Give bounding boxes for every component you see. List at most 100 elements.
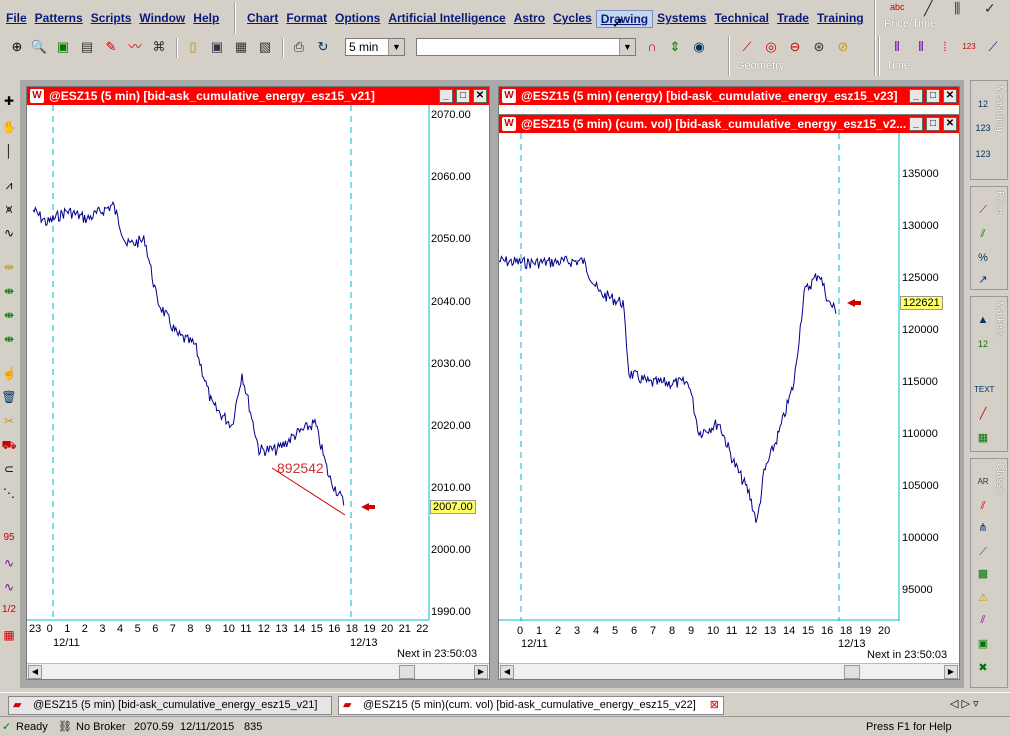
- zoom-fit-icon[interactable]: ⊕: [8, 38, 26, 56]
- scroll-right-icon[interactable]: ▶: [944, 665, 958, 679]
- gann-fan-icon[interactable]: ⟋: [738, 38, 756, 56]
- box-icon[interactable]: ▩: [974, 566, 992, 582]
- wave-icon[interactable]: ⩙: [0, 202, 18, 217]
- save-icon[interactable]: ▣: [208, 38, 226, 56]
- crosshair-icon[interactable]: ✚: [0, 94, 18, 108]
- price-time-bars-icon[interactable]: ⫼: [954, 0, 960, 17]
- scroll-left-icon[interactable]: ◀: [28, 665, 42, 679]
- measure-123-alt-icon[interactable]: 123: [974, 146, 992, 162]
- tab-v22[interactable]: ▰ @ESZ15 (5 min)(cum. vol) [bid-ask_cumu…: [338, 696, 724, 715]
- menu-chart[interactable]: Chart: [243, 10, 282, 28]
- time-trend-icon[interactable]: ⟋: [984, 38, 1002, 56]
- export-icon[interactable]: ▧: [256, 38, 274, 56]
- open-icon[interactable]: ▯: [184, 38, 202, 56]
- vertical-line-icon[interactable]: │: [0, 144, 18, 158]
- grid-icon[interactable]: ▦: [0, 628, 18, 642]
- channel-icon[interactable]: ⫽: [974, 498, 992, 514]
- chart-canvas-v21[interactable]: 892542: [27, 105, 489, 665]
- menu-patterns[interactable]: Patterns: [31, 10, 87, 28]
- close-button[interactable]: ✕: [943, 117, 957, 131]
- parallel-icon[interactable]: ⫽: [974, 612, 992, 628]
- text-icon[interactable]: TEXT: [974, 382, 994, 398]
- hand-icon[interactable]: ✋: [0, 120, 18, 134]
- diagonal-icon[interactable]: ⋱: [0, 486, 18, 500]
- menu-scripts[interactable]: Scripts: [87, 10, 136, 28]
- split-left-icon[interactable]: ⇼: [0, 308, 18, 322]
- scissors-icon[interactable]: ✂: [0, 414, 18, 428]
- grid-marker-icon[interactable]: ▦: [974, 430, 992, 446]
- eye-icon[interactable]: ◉: [690, 38, 708, 56]
- degree-icon[interactable]: 95: [0, 532, 18, 543]
- horizontal-scrollbar[interactable]: ◀ ▶: [27, 663, 489, 679]
- tab-next-icon[interactable]: ▷: [962, 698, 970, 710]
- truck-icon[interactable]: ⛟: [0, 438, 18, 454]
- menu-technical[interactable]: Technical: [710, 10, 772, 28]
- fan-icon[interactable]: ⟋: [974, 544, 992, 560]
- scroll-right-icon[interactable]: ▶: [474, 665, 488, 679]
- paint-icon[interactable]: ✎: [102, 38, 120, 56]
- price-time-abc-icon[interactable]: abc: [890, 2, 905, 12]
- tab-v21[interactable]: ▰ @ESZ15 (5 min) [bid-ask_cumulative_ene…: [8, 696, 332, 715]
- sine-icon[interactable]: ∿: [0, 556, 18, 570]
- price-time-check-icon[interactable]: ✓: [984, 0, 996, 17]
- pointer-hand-icon[interactable]: ☝: [0, 366, 18, 380]
- menu-systems[interactable]: Systems: [653, 10, 710, 28]
- indicator-icon[interactable]: 〰: [126, 38, 144, 56]
- close-button[interactable]: ✕: [473, 89, 487, 103]
- close-tab-icon[interactable]: ⊠: [710, 697, 719, 714]
- arc-icon[interactable]: AR: [974, 474, 992, 490]
- menu-options[interactable]: Options: [331, 10, 384, 28]
- zoom-in-icon[interactable]: 🔍: [30, 38, 48, 56]
- refresh-icon[interactable]: ↻: [314, 38, 332, 56]
- percent-icon[interactable]: %: [974, 250, 992, 266]
- zoom-out-icon[interactable]: ▣: [54, 38, 72, 56]
- tab-prev-icon[interactable]: ◁: [950, 698, 958, 710]
- line-icon[interactable]: ∿: [0, 226, 18, 240]
- menu-format[interactable]: Format: [282, 10, 331, 28]
- symbol-select[interactable]: ▼: [416, 38, 636, 56]
- maximize-button[interactable]: □: [926, 117, 940, 131]
- menu-astro[interactable]: Astro: [510, 10, 549, 28]
- scroll-thumb[interactable]: [844, 665, 860, 679]
- cross-icon[interactable]: ✖: [974, 660, 992, 676]
- zigzag-icon[interactable]: ⩘: [0, 178, 18, 193]
- menu-drawing[interactable]: Drawing: [595, 10, 654, 28]
- pitchfork-icon[interactable]: ⋔: [974, 520, 992, 536]
- template-icon[interactable]: ▦: [232, 38, 250, 56]
- measure-12-icon[interactable]: 12: [974, 96, 992, 112]
- minimize-button[interactable]: _: [439, 89, 453, 103]
- print-icon[interactable]: ⎙: [290, 38, 308, 56]
- magnet-icon[interactable]: ∩: [643, 38, 661, 56]
- studies-icon[interactable]: ⌘: [150, 38, 168, 56]
- menu-trade[interactable]: Trade: [773, 10, 813, 28]
- square-target-icon[interactable]: ▣: [974, 636, 992, 652]
- price-time-line-icon[interactable]: ╱: [924, 0, 932, 17]
- maximize-button[interactable]: □: [456, 89, 470, 103]
- time-bars-icon[interactable]: ⦀: [912, 38, 930, 56]
- numbered-time-icon[interactable]: 123: [960, 38, 978, 56]
- close-button[interactable]: ✕: [943, 89, 957, 103]
- minimize-button[interactable]: _: [909, 117, 923, 131]
- up-down-arrows-icon[interactable]: ⇕: [666, 38, 684, 56]
- target-icon[interactable]: ⊛: [810, 38, 828, 56]
- spiral-icon[interactable]: ⊘: [834, 38, 852, 56]
- maximize-button[interactable]: □: [926, 89, 940, 103]
- marker-12-icon[interactable]: 12: [974, 336, 992, 352]
- fib-time-icon[interactable]: ⦙: [936, 38, 954, 56]
- split-icon[interactable]: ⇼: [0, 284, 18, 298]
- menu-help[interactable]: Help: [189, 10, 223, 28]
- scroll-thumb[interactable]: [399, 665, 415, 679]
- ellipse-icon[interactable]: ⊖: [786, 38, 804, 56]
- interval-select[interactable]: 5 min ▼: [345, 38, 405, 56]
- time-lines-icon[interactable]: ⦀: [888, 38, 906, 56]
- menu-file[interactable]: File: [2, 10, 31, 28]
- lasso-icon[interactable]: ⊂: [0, 462, 18, 476]
- scroll-left-icon[interactable]: ◀: [500, 665, 514, 679]
- delete-icon[interactable]: 🗑: [0, 390, 18, 404]
- marker-up-icon[interactable]: ▲: [974, 312, 992, 328]
- circle-icon[interactable]: ◎: [762, 38, 780, 56]
- measure-123-icon[interactable]: 123: [974, 120, 992, 136]
- price-fib-icon[interactable]: ⟋: [974, 202, 992, 218]
- minimize-button[interactable]: _: [909, 89, 923, 103]
- chart-canvas-v22[interactable]: [499, 133, 959, 621]
